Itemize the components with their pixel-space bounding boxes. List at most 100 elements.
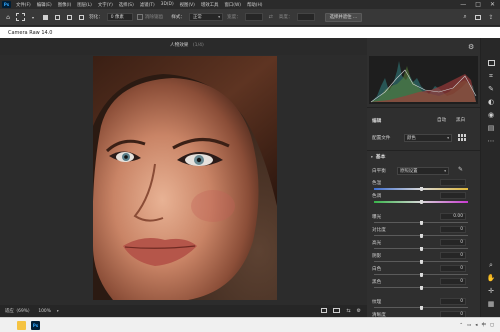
system-tray: ⌃ ▭ ◂ 中 ▢ — [459, 322, 500, 329]
auto-button[interactable]: 自动 — [437, 117, 446, 123]
minimize-icon[interactable]: — — [460, 1, 466, 8]
menu-image[interactable]: 图像(I) — [55, 2, 75, 8]
home-icon[interactable]: ⌂ — [4, 13, 12, 21]
menu-file[interactable]: 文件(F) — [13, 2, 34, 8]
style-select[interactable]: 正常 ▾ — [188, 13, 223, 21]
slider-thumb[interactable] — [419, 247, 423, 251]
compare-icon[interactable] — [333, 308, 341, 313]
slider-value-input[interactable]: 0.00 — [440, 213, 466, 220]
profile-browser-icon[interactable] — [458, 134, 466, 141]
slider-value-input[interactable]: 0 — [440, 298, 466, 305]
basic-section-header[interactable]: ▾ 基本 — [371, 153, 385, 160]
healing-icon[interactable]: ✎ — [486, 84, 496, 94]
slider-value-input[interactable]: 0 — [440, 252, 466, 259]
search-icon[interactable]: ⌕ — [461, 13, 469, 21]
slider-thumb[interactable] — [419, 234, 423, 238]
menu-layer[interactable]: 图层(L) — [74, 2, 95, 8]
filmstrip-icon[interactable] — [321, 308, 328, 313]
before-after-icon[interactable]: ⇆ — [346, 308, 350, 314]
portrait-photo — [93, 56, 277, 300]
close-icon[interactable]: ✕ — [490, 1, 495, 8]
select-and-mask-button[interactable]: 选择并遮住 ... — [324, 12, 363, 22]
file-explorer-icon[interactable] — [17, 320, 26, 330]
eyedropper-icon[interactable]: ✎ — [458, 166, 463, 173]
profile-label: 配置文件 — [372, 136, 391, 141]
slider-value-input[interactable]: 0 — [440, 278, 466, 285]
face — [93, 78, 259, 300]
slider-label: 高光 — [372, 241, 382, 246]
menu-help[interactable]: 帮助(H) — [244, 2, 266, 8]
subtract-selection-icon[interactable] — [65, 13, 73, 21]
style-label: 样式： — [171, 15, 185, 20]
input-method[interactable]: 中 — [481, 322, 485, 328]
share-icon[interactable]: ⇪ — [487, 13, 495, 21]
status-bar: 适应（69%） 100% ▾ ⇆ ⚙ — [0, 305, 367, 317]
maximize-icon[interactable]: □ — [475, 1, 481, 8]
fit-zoom-button[interactable]: 适应（69%） — [5, 308, 32, 314]
menu-edit[interactable]: 编辑(E) — [34, 2, 55, 8]
photoshop-logo: Ps — [2, 1, 11, 8]
slider-thumb[interactable] — [419, 286, 423, 290]
menu-type[interactable]: 文字(Y) — [95, 2, 116, 8]
more-icon[interactable]: ⋯ — [486, 136, 496, 146]
slider-thumb[interactable] — [419, 306, 423, 310]
slider-label: 纹理 — [372, 300, 382, 305]
new-selection-icon[interactable] — [41, 13, 49, 21]
feather-input[interactable]: 0 像素 — [106, 13, 133, 21]
settings-icon[interactable]: ⚙ — [357, 308, 361, 314]
white-balance-select[interactable]: 原照设置 ▾ — [397, 167, 449, 175]
slider-thumb[interactable] — [419, 200, 423, 204]
slider-value-input[interactable]: 0 — [440, 226, 466, 233]
workspace-icon[interactable] — [474, 13, 482, 21]
mask-icon[interactable]: ◐ — [486, 97, 496, 107]
chevron-down-icon: ▾ — [371, 155, 373, 159]
menu-3d[interactable]: 3D(D) — [158, 2, 177, 7]
width-input[interactable] — [244, 13, 263, 21]
right-pupil — [196, 157, 202, 163]
tool-strip: ⌗ ✎ ◐ ◉ ▤ ⋯ ⌕ ✋ ✛ ▦ — [480, 38, 500, 317]
photoshop-taskbar-icon[interactable]: Ps — [31, 320, 40, 330]
slider-value-input[interactable] — [440, 192, 466, 199]
swap-icon[interactable]: ⇄ — [267, 13, 275, 21]
height-input[interactable] — [296, 13, 315, 21]
notification-icon[interactable]: ▢ — [490, 323, 494, 328]
windows-start-icon[interactable] — [5, 322, 12, 329]
chevron-down-icon[interactable]: ▾ — [29, 13, 37, 21]
panel-settings-icon[interactable]: ⚙ — [468, 43, 474, 51]
menu-plugins[interactable]: 增效工具 — [198, 2, 222, 8]
slider-thumb[interactable] — [419, 273, 423, 277]
dialog-title-bar: Camera Raw 14.0 — [0, 27, 500, 38]
toggle-sampler-icon[interactable]: ✛ — [486, 286, 496, 296]
grid-icon[interactable]: ▦ — [486, 299, 496, 309]
profile-select[interactable]: 颜色 ▾ — [404, 134, 452, 142]
menu-view[interactable]: 视图(V) — [177, 2, 198, 8]
crop-icon[interactable]: ⌗ — [486, 71, 496, 81]
red-eye-icon[interactable]: ◉ — [486, 110, 496, 120]
marquee-tool-icon[interactable] — [16, 13, 25, 21]
volume-icon[interactable]: ◂ — [475, 323, 477, 328]
zoom-icon[interactable]: ⌕ — [486, 260, 496, 270]
menu-filter[interactable]: 滤镜(T) — [137, 2, 158, 8]
chevron-down-icon[interactable]: ▾ — [57, 309, 59, 313]
chevron-down-icon: ▾ — [218, 15, 220, 19]
options-bar: ⌂ ▾ 羽化： 0 像素 消除锯齿 样式： 正常 ▾ 宽度： ⇄ 高度： 选择并遮… — [0, 9, 500, 26]
hand-icon[interactable]: ✋ — [486, 273, 496, 283]
white-balance-label: 白平衡 — [372, 169, 386, 174]
slider-thumb[interactable] — [419, 260, 423, 264]
edit-icon[interactable] — [486, 58, 496, 68]
antialias-checkbox[interactable]: 消除锯齿 — [136, 14, 163, 20]
network-icon[interactable]: ▭ — [467, 323, 471, 328]
menu-select[interactable]: 选择(S) — [116, 2, 137, 8]
zoom-100-button[interactable]: 100% — [38, 309, 51, 314]
slider-value-input[interactable] — [440, 179, 466, 186]
add-selection-icon[interactable] — [53, 13, 61, 21]
slider-value-input[interactable]: 0 — [440, 239, 466, 246]
slider-thumb[interactable] — [419, 221, 423, 225]
chevron-up-icon[interactable]: ⌃ — [459, 323, 463, 328]
slider-thumb[interactable] — [419, 187, 423, 191]
menu-window[interactable]: 窗口(W) — [221, 2, 244, 8]
presets-icon[interactable]: ▤ — [486, 123, 496, 133]
intersect-selection-icon[interactable] — [77, 13, 85, 21]
black-white-button[interactable]: 黑白 — [456, 117, 465, 123]
slider-value-input[interactable]: 0 — [440, 265, 466, 272]
